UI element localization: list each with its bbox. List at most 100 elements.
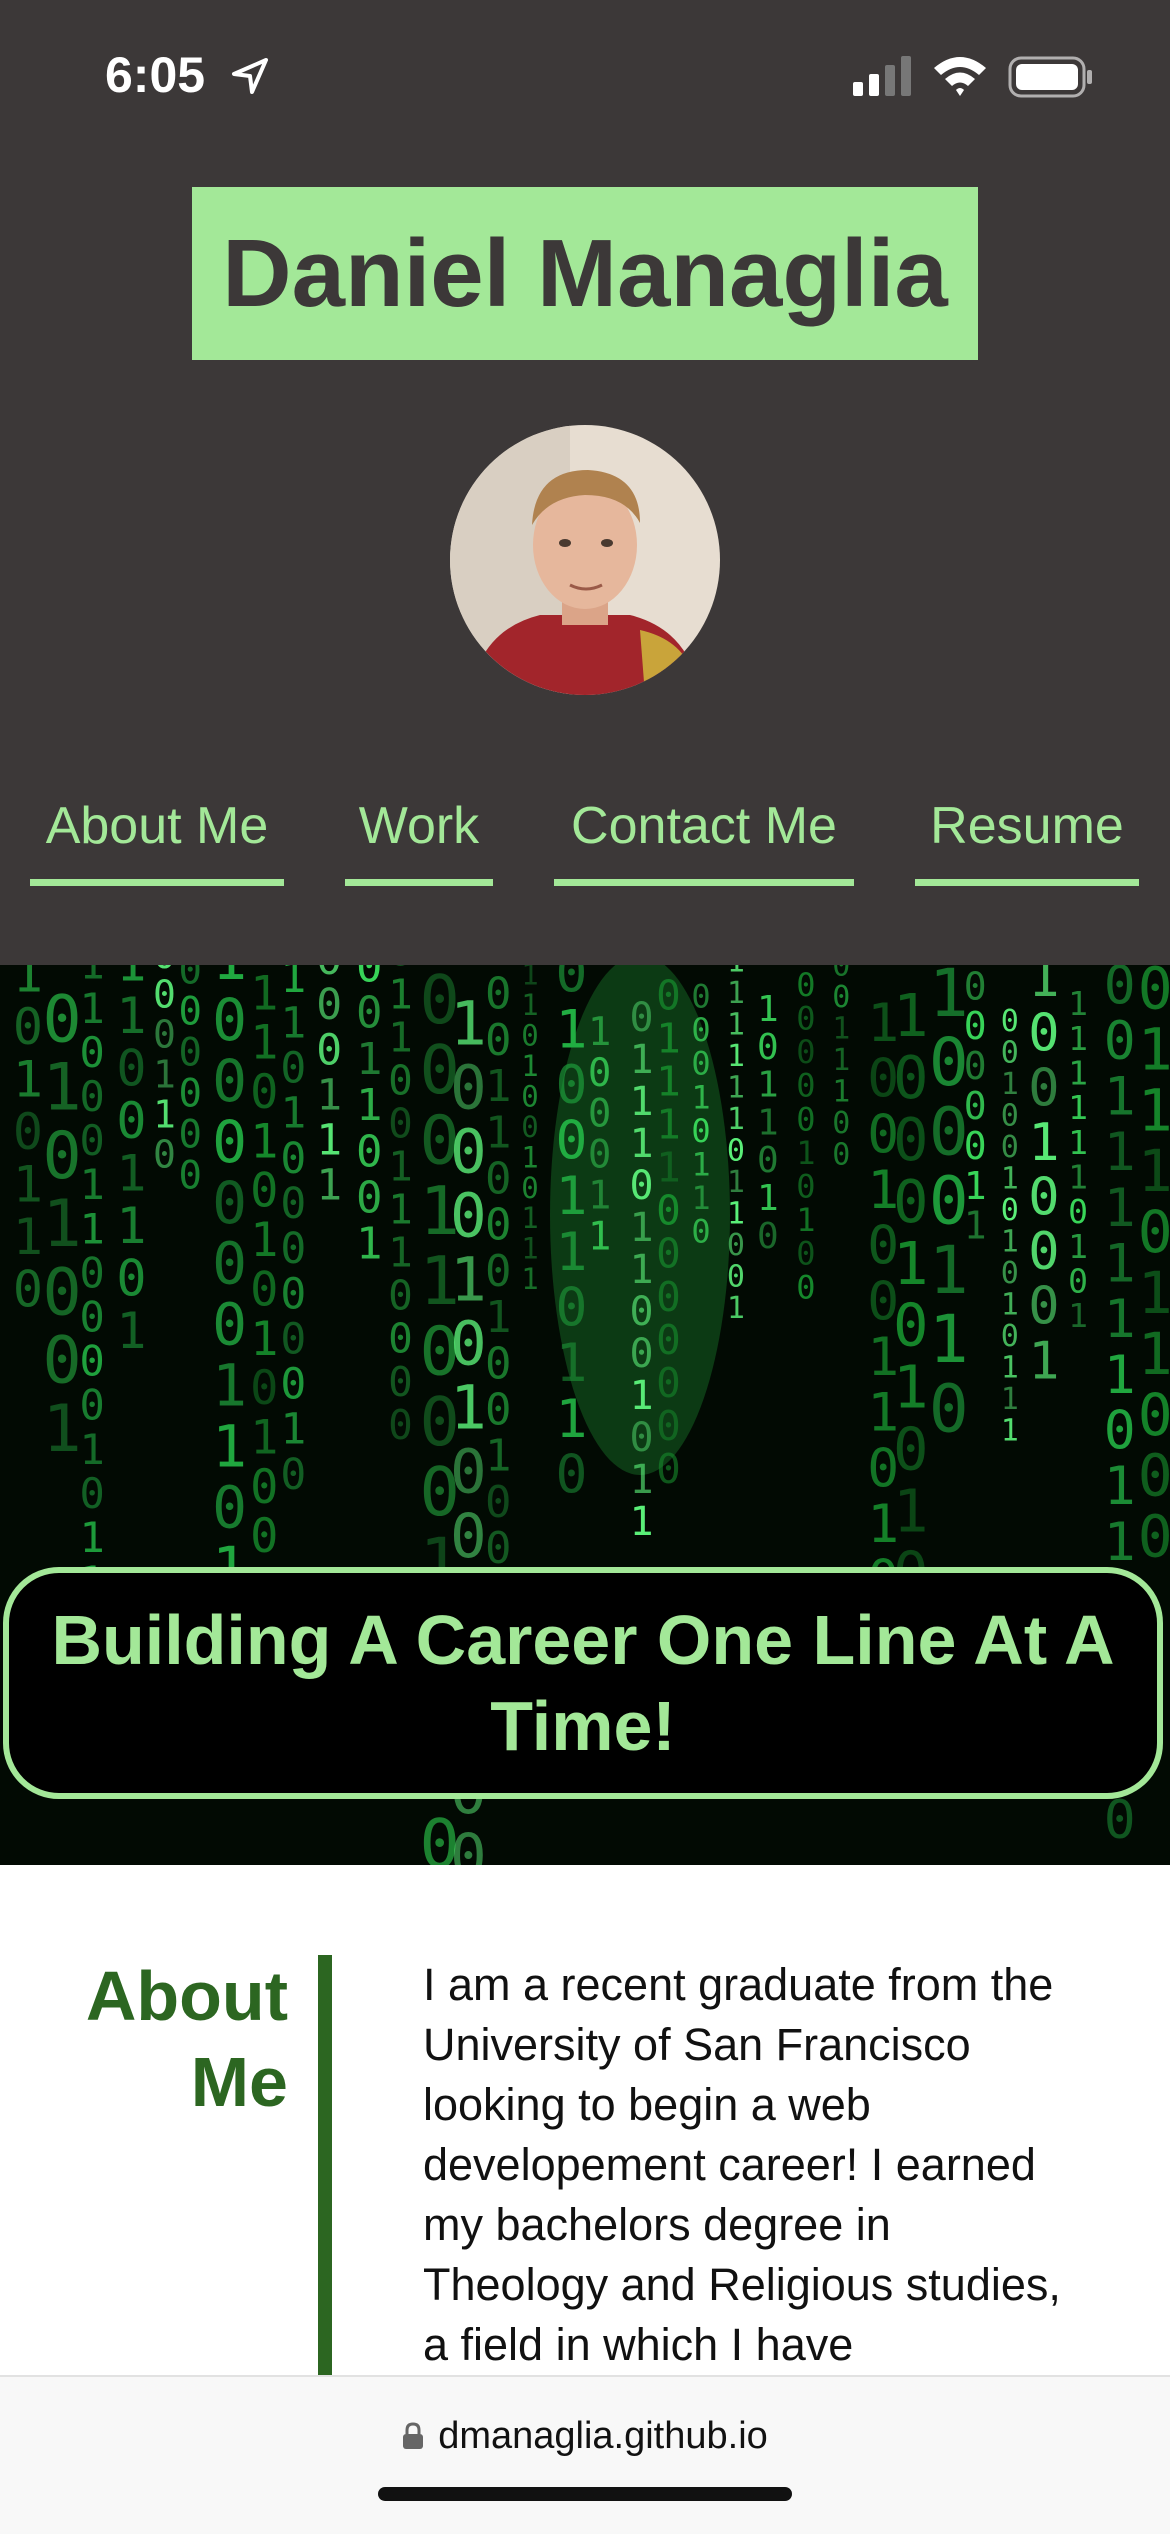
svg-text:0: 0: [450, 1052, 487, 1123]
svg-text:0: 0: [757, 1216, 779, 1257]
svg-text:1: 1: [521, 1140, 538, 1174]
svg-text:0: 0: [796, 999, 815, 1037]
svg-text:1: 1: [555, 1333, 587, 1394]
svg-text:0: 0: [250, 1361, 278, 1416]
svg-text:0: 0: [757, 1140, 779, 1181]
svg-text:0: 0: [250, 1460, 278, 1515]
nav-contact-me-label: Contact Me: [571, 797, 837, 855]
svg-text:1: 1: [588, 1215, 611, 1260]
svg-text:0: 0: [893, 1167, 929, 1236]
svg-text:0: 0: [796, 1167, 815, 1205]
svg-text:0: 0: [555, 1278, 587, 1339]
main-nav: About Me Work Contact Me Resume: [0, 780, 1170, 890]
svg-text:1: 1: [1028, 1113, 1059, 1173]
svg-text:0: 0: [656, 1187, 681, 1235]
svg-text:1: 1: [116, 1144, 146, 1202]
svg-text:0: 0: [485, 1384, 512, 1435]
svg-text:0: 0: [929, 1163, 969, 1240]
svg-text:0: 0: [80, 1337, 105, 1386]
svg-text:1: 1: [1001, 1067, 1019, 1102]
svg-text:0: 0: [153, 1132, 176, 1176]
svg-text:1: 1: [893, 1477, 929, 1546]
svg-text:1: 1: [1068, 1054, 1088, 1093]
svg-text:0: 0: [450, 1309, 487, 1380]
about-body: I am a recent graduate from the Universi…: [423, 1959, 1061, 2370]
svg-text:0: 0: [964, 1124, 987, 1168]
svg-text:0: 0: [212, 1473, 247, 1541]
url-display[interactable]: dmanaglia.github.io: [0, 2415, 1170, 2458]
svg-text:1: 1: [964, 1204, 987, 1248]
svg-text:0: 0: [43, 982, 82, 1057]
url-text: dmanaglia.github.io: [438, 2415, 768, 2457]
svg-text:1: 1: [1001, 1351, 1019, 1386]
nav-underline: [915, 879, 1139, 886]
svg-text:0: 0: [964, 1044, 987, 1088]
svg-text:0: 0: [80, 1116, 105, 1165]
svg-text:1: 1: [796, 1134, 815, 1172]
svg-text:1: 1: [356, 1080, 383, 1131]
svg-text:0: 0: [388, 1315, 413, 1363]
svg-text:0: 0: [1138, 965, 1170, 1023]
svg-text:1: 1: [656, 1101, 681, 1149]
svg-text:1: 1: [388, 1013, 413, 1061]
svg-text:0: 0: [153, 973, 176, 1017]
svg-text:1: 1: [893, 981, 929, 1050]
nav-resume[interactable]: Resume: [915, 780, 1139, 886]
home-indicator: [378, 2487, 792, 2501]
svg-text:0: 0: [656, 1445, 681, 1493]
svg-text:0: 0: [356, 1126, 383, 1177]
nav-resume-label: Resume: [930, 797, 1124, 855]
svg-text:0: 0: [80, 1028, 105, 1077]
svg-text:0: 0: [280, 1450, 306, 1500]
location-arrow-icon: [232, 58, 268, 94]
svg-text:0: 0: [280, 1134, 306, 1184]
svg-text:0: 0: [316, 980, 342, 1030]
svg-text:0: 0: [832, 1137, 850, 1172]
svg-text:0: 0: [250, 1509, 278, 1564]
svg-text:1: 1: [153, 1092, 176, 1136]
svg-text:0: 0: [485, 969, 512, 1020]
svg-text:0: 0: [388, 1358, 413, 1406]
svg-text:1: 1: [929, 1301, 969, 1378]
svg-text:1: 1: [727, 1196, 745, 1231]
svg-text:1: 1: [388, 1143, 413, 1191]
svg-text:0: 0: [1001, 1004, 1019, 1039]
site-header: 6:05 Daniel Managlia About Me Work Conta…: [0, 0, 1170, 965]
svg-text:0: 0: [832, 980, 850, 1015]
svg-text:0: 0: [450, 1181, 487, 1252]
svg-text:0: 0: [964, 1004, 987, 1048]
svg-text:0: 0: [796, 1268, 815, 1306]
svg-text:1: 1: [832, 1074, 850, 1109]
svg-text:0: 0: [388, 1056, 413, 1104]
nav-work[interactable]: Work: [345, 780, 493, 886]
svg-text:0: 0: [1104, 965, 1136, 1016]
nav-contact-me[interactable]: Contact Me: [554, 780, 854, 886]
about-section: About Me I am a recent graduate from the…: [0, 1865, 1170, 2375]
svg-text:0: 0: [1001, 1036, 1019, 1071]
svg-text:0: 0: [80, 1381, 105, 1430]
svg-text:1: 1: [832, 1011, 850, 1046]
browser-address-bar[interactable]: dmanaglia.github.io: [0, 2375, 1170, 2534]
svg-text:0: 0: [1138, 1442, 1170, 1510]
svg-text:1: 1: [964, 1164, 987, 1208]
svg-text:1: 1: [521, 1049, 538, 1083]
svg-text:0: 0: [588, 1051, 611, 1096]
svg-text:1: 1: [727, 1291, 745, 1326]
svg-text:1: 1: [80, 984, 105, 1033]
svg-text:1: 1: [1104, 1234, 1136, 1295]
svg-text:1: 1: [43, 1051, 82, 1126]
svg-text:1: 1: [521, 1232, 538, 1266]
svg-text:1: 1: [356, 1219, 383, 1270]
nav-about-me[interactable]: About Me: [30, 780, 284, 886]
svg-text:1: 1: [250, 1410, 278, 1465]
svg-text:0: 0: [796, 966, 815, 1004]
svg-text:0: 0: [832, 1106, 850, 1141]
svg-text:1: 1: [588, 1174, 611, 1219]
svg-text:0: 0: [1068, 1192, 1088, 1231]
svg-text:1: 1: [629, 1205, 653, 1251]
svg-text:0: 0: [116, 1092, 146, 1150]
svg-text:1: 1: [1138, 1259, 1170, 1327]
svg-text:0: 0: [521, 1079, 538, 1113]
svg-text:1: 1: [250, 1312, 278, 1367]
svg-text:1: 1: [555, 999, 587, 1060]
